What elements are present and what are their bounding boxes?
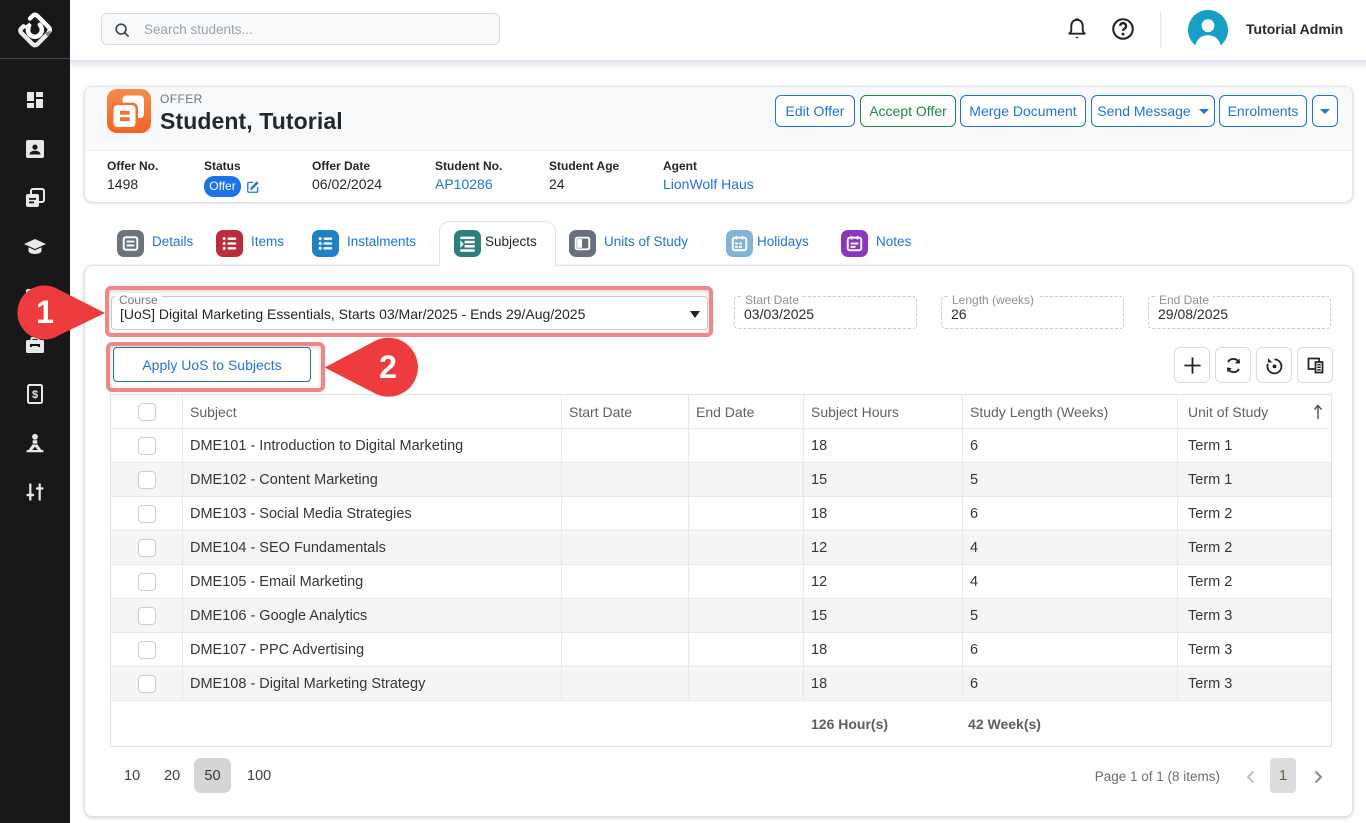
svg-text:$: $: [32, 389, 38, 401]
